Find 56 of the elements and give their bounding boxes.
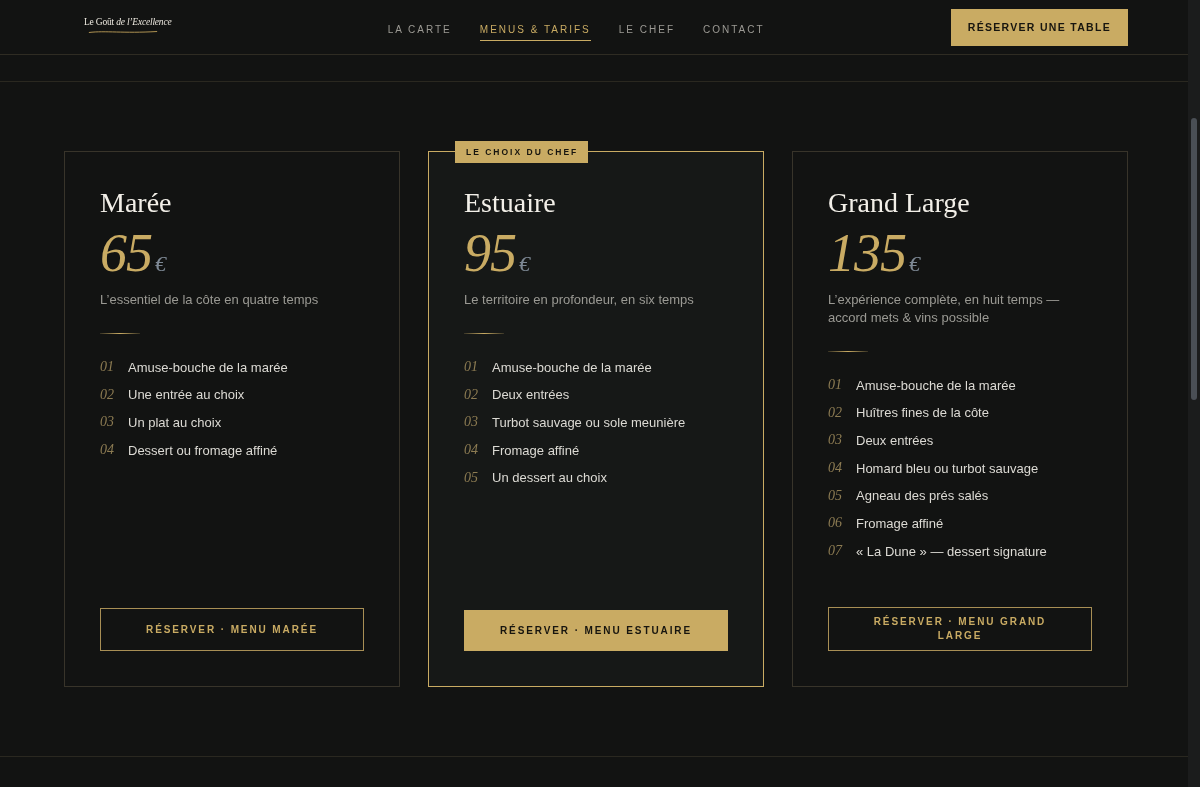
menu-description: L’essentiel de la côte en quatre temps bbox=[100, 291, 319, 309]
course-dish: Amuse-bouche de la marée bbox=[492, 359, 652, 375]
course-number: 01 bbox=[100, 359, 115, 375]
course-dish: Fromage affiné bbox=[492, 442, 580, 458]
price-currency: € bbox=[519, 251, 530, 277]
course-number: 01 bbox=[464, 359, 479, 375]
course-dish: Amuse-bouche de la marée bbox=[128, 359, 288, 375]
course-number: 01 bbox=[828, 377, 843, 393]
price-amount: 65 bbox=[100, 223, 152, 283]
chef-choice-badge: LE CHOIX DU CHEF bbox=[455, 141, 589, 163]
price-amount: 95 bbox=[464, 223, 516, 283]
course-dish: Agneau des prés salés bbox=[856, 488, 989, 504]
menu-description: L’expérience complète, en huit temps — accord mets & vins possible bbox=[828, 291, 1061, 327]
course-number: 05 bbox=[828, 487, 843, 504]
course-number: 05 bbox=[464, 469, 479, 486]
course-dish: « La Dune » — dessert signature bbox=[856, 543, 1047, 559]
nav-link[interactable]: LA CARTE bbox=[387, 19, 452, 41]
course-number: 04 bbox=[828, 460, 843, 477]
reserve-table-button[interactable]: RÉSERVER UNE TABLE bbox=[950, 8, 1128, 46]
course-number: 03 bbox=[464, 414, 479, 431]
menu-description: Le territoire en profondeur, en six temps bbox=[464, 291, 694, 309]
course-number: 03 bbox=[100, 414, 115, 431]
course-dish: Deux entrées bbox=[856, 432, 934, 448]
price-amount: 135 bbox=[828, 223, 906, 283]
reserve-menu-button[interactable]: RÉSERVER · MENU ESTUAIRE bbox=[464, 610, 728, 651]
course-number: 02 bbox=[100, 386, 115, 403]
course-number: 04 bbox=[100, 442, 115, 459]
price-currency: € bbox=[155, 251, 166, 277]
course-dish: Turbot sauvage ou sole meunière bbox=[492, 414, 686, 430]
course-number: 02 bbox=[828, 404, 843, 421]
nav-link[interactable]: MENUS & TARIFS bbox=[479, 19, 591, 41]
logo-link[interactable]: Le Goût de l’Excellence bbox=[84, 16, 172, 27]
course-dish: Dessert ou fromage affiné bbox=[128, 442, 278, 458]
course-dish: Deux entrées bbox=[492, 387, 570, 403]
reserve-menu-button[interactable]: RÉSERVER · MENU MARÉE bbox=[100, 608, 364, 651]
course-number: 02 bbox=[464, 386, 479, 403]
price-currency: € bbox=[909, 251, 920, 277]
course-number: 07 bbox=[828, 543, 844, 560]
reserve-menu-button[interactable]: RÉSERVER · MENU GRAND LARGE bbox=[828, 607, 1092, 651]
course-dish: Huîtres fines de la côte bbox=[856, 405, 989, 421]
menu-title: Grand Large bbox=[828, 187, 970, 219]
course-dish: Un plat au choix bbox=[128, 414, 222, 430]
menu-title: Marée bbox=[100, 187, 172, 219]
course-number: 04 bbox=[464, 442, 479, 459]
course-dish: Un dessert au choix bbox=[492, 470, 607, 486]
scrollbar-thumb[interactable] bbox=[1191, 118, 1197, 400]
nav-link[interactable]: LE CHEF bbox=[618, 19, 675, 41]
nav-link[interactable]: CONTACT bbox=[703, 19, 765, 41]
menu-title: Estuaire bbox=[464, 187, 556, 219]
course-number: 06 bbox=[828, 515, 843, 532]
logo-swoosh-icon bbox=[88, 29, 158, 34]
course-dish: Une entrée au choix bbox=[128, 387, 245, 403]
course-dish: Homard bleu ou turbot sauvage bbox=[856, 460, 1039, 476]
course-dish: Amuse-bouche de la marée bbox=[856, 377, 1016, 393]
course-dish: Fromage affiné bbox=[856, 515, 944, 531]
course-number: 03 bbox=[828, 432, 843, 449]
